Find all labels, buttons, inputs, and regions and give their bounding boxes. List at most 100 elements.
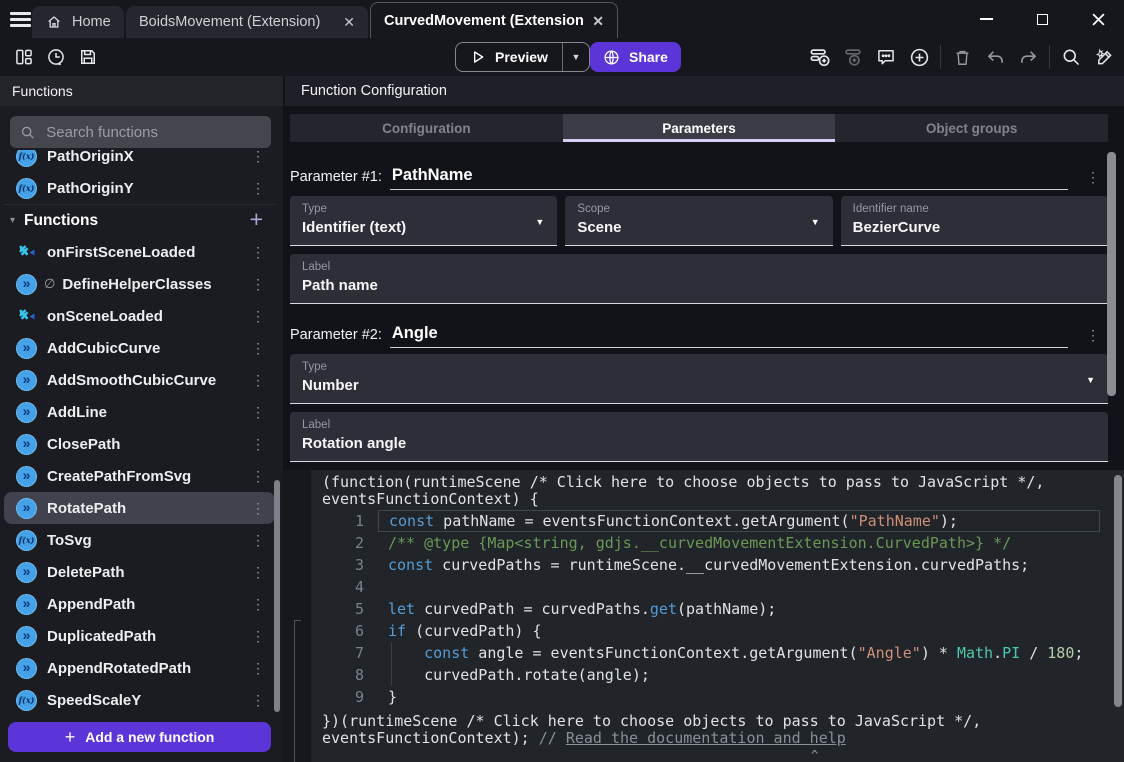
function-menu-icon[interactable]: ⋮: [245, 245, 271, 259]
function-item-onfirstsceneloaded[interactable]: onFirstSceneLoaded⋮: [4, 236, 275, 268]
preview-dropdown-icon[interactable]: ▼: [562, 43, 589, 71]
tab-object-groups[interactable]: Object groups: [835, 114, 1108, 142]
javascript-code-editor: (function(runtimeScene /* Click here to …: [283, 470, 1124, 762]
globe-icon: [603, 49, 620, 66]
code-editor[interactable]: (function(runtimeScene /* Click here to …: [311, 470, 1124, 762]
undo-icon[interactable]: [983, 45, 1007, 69]
sidebar-scrollbar[interactable]: [274, 480, 280, 712]
magic-pen-icon[interactable]: [1092, 45, 1116, 69]
function-menu-icon[interactable]: ⋮: [245, 597, 271, 611]
function-item-pathoriginy[interactable]: f(x)PathOriginY⋮: [4, 172, 275, 204]
label-field[interactable]: Label Rotation angle: [290, 412, 1108, 462]
line-number: 2: [311, 532, 364, 554]
function-menu-icon[interactable]: ⋮: [245, 629, 271, 643]
function-item-addline[interactable]: »AddLine⋮: [4, 396, 275, 428]
function-item-speedscaley[interactable]: f(x)SpeedScaleY⋮: [4, 684, 275, 716]
code-scrollbar[interactable]: [1114, 475, 1122, 707]
add-subevent-icon[interactable]: [841, 45, 865, 69]
field-label: Label: [302, 419, 1096, 431]
type-select[interactable]: Type Number ▼: [290, 354, 1108, 404]
function-menu-icon[interactable]: ⋮: [245, 565, 271, 579]
choose-event-icon[interactable]: [907, 45, 931, 69]
project-manager-icon[interactable]: [12, 45, 36, 69]
code-line-5[interactable]: 5let curvedPath = curvedPaths.get(pathNa…: [311, 598, 1124, 620]
parameter-name-input[interactable]: [390, 324, 1068, 348]
function-item-onsceneloaded[interactable]: onSceneLoaded⋮: [4, 300, 275, 332]
function-item-appendpath[interactable]: »AppendPath⋮: [4, 588, 275, 620]
search-box[interactable]: [10, 116, 271, 148]
code-wrapper-header[interactable]: (function(runtimeScene /* Click here to …: [311, 470, 1124, 507]
function-item-tosvg[interactable]: f(x)ToSvg⋮: [4, 524, 275, 556]
plus-icon: +: [65, 728, 76, 746]
function-menu-icon[interactable]: ⋮: [245, 693, 271, 707]
parameter-menu-icon[interactable]: ⋮: [1086, 327, 1100, 344]
function-item-deletepath[interactable]: »DeletePath⋮: [4, 556, 275, 588]
code-text: curvedPath.rotate(angle);: [378, 664, 1100, 686]
close-tab-icon[interactable]: ✕: [592, 14, 604, 28]
code-line-2[interactable]: 2/** @type {Map<string, gdjs.__curvedMov…: [311, 532, 1124, 554]
close-window-icon[interactable]: [1086, 7, 1110, 31]
function-menu-icon[interactable]: ⋮: [245, 501, 271, 515]
identifier-name-field[interactable]: Identifier name BezierCurve: [841, 196, 1108, 246]
parameters-scrollbar[interactable]: [1107, 152, 1116, 396]
function-menu-icon[interactable]: ⋮: [245, 533, 271, 547]
code-line-8[interactable]: 8 curvedPath.rotate(angle);: [311, 664, 1124, 686]
tab-boidsmovement[interactable]: BoidsMovement (Extension) ✕: [126, 6, 368, 38]
search-icon[interactable]: [1059, 45, 1083, 69]
add-event-icon[interactable]: [808, 45, 832, 69]
function-item-addsmoothcubiccurve[interactable]: »AddSmoothCubicCurve⋮: [4, 364, 275, 396]
function-menu-icon[interactable]: ⋮: [245, 661, 271, 675]
tab-configuration[interactable]: Configuration: [290, 114, 563, 142]
type-select[interactable]: Type Identifier (text) ▼: [290, 196, 557, 246]
collapse-arrow-icon[interactable]: ▾: [10, 215, 15, 226]
save-icon[interactable]: [76, 45, 100, 69]
code-line-4[interactable]: 4: [311, 576, 1124, 598]
function-item-closepath[interactable]: »ClosePath⋮: [4, 428, 275, 460]
code-line-7[interactable]: 7 const angle = eventsFunctionContext.ge…: [311, 642, 1124, 664]
add-function-icon[interactable]: +: [250, 208, 269, 233]
parameter-name-input[interactable]: [390, 166, 1068, 190]
code-wrapper-footer[interactable]: })(runtimeScene /* Click here to choose …: [311, 713, 1124, 746]
function-item-definehelperclasses[interactable]: »∅DefineHelperClasses⋮: [4, 268, 275, 300]
function-menu-icon[interactable]: ⋮: [245, 469, 271, 483]
search-functions-input[interactable]: [44, 123, 261, 142]
function-menu-icon[interactable]: ⋮: [245, 309, 271, 323]
function-menu-icon[interactable]: ⋮: [245, 405, 271, 419]
share-button[interactable]: Share: [590, 42, 681, 72]
function-menu-icon[interactable]: ⋮: [245, 150, 271, 163]
collapse-editor-icon[interactable]: ^: [811, 749, 818, 761]
scope-select[interactable]: Scope Scene ▼: [565, 196, 832, 246]
function-menu-icon[interactable]: ⋮: [245, 373, 271, 387]
documentation-link[interactable]: Read the documentation and help: [566, 729, 846, 747]
function-item-rotatepath[interactable]: »RotatePath⋮: [4, 492, 275, 524]
function-item-duplicatedpath[interactable]: »DuplicatedPath⋮: [4, 620, 275, 652]
parameter-menu-icon[interactable]: ⋮: [1086, 169, 1100, 186]
add-new-function-button[interactable]: + Add a new function: [8, 722, 271, 752]
function-item-pathoriginx[interactable]: f(x)PathOriginX⋮: [4, 150, 275, 172]
function-label: ToSvg: [47, 532, 235, 549]
code-line-9[interactable]: 9}: [311, 686, 1124, 708]
preview-button[interactable]: Preview ▼: [455, 42, 590, 72]
add-comment-icon[interactable]: [874, 45, 898, 69]
code-line-1[interactable]: 1const pathName = eventsFunctionContext.…: [311, 510, 1124, 532]
label-field[interactable]: Label Path name: [290, 254, 1108, 304]
version-history-icon[interactable]: [44, 45, 68, 69]
tab-parameters[interactable]: Parameters: [563, 114, 836, 142]
tab-curvedmovement[interactable]: CurvedMovement (Extension) ✕: [370, 2, 618, 38]
function-item-appendrotatedpath[interactable]: »AppendRotatedPath⋮: [4, 652, 275, 684]
maximize-icon[interactable]: [1030, 7, 1054, 31]
delete-icon[interactable]: [950, 45, 974, 69]
tab-home[interactable]: Home: [32, 6, 124, 38]
code-line-3[interactable]: 3const curvedPaths = runtimeScene.__curv…: [311, 554, 1124, 576]
close-tab-icon[interactable]: ✕: [343, 15, 355, 29]
function-menu-icon[interactable]: ⋮: [245, 181, 271, 195]
main-menu-icon[interactable]: [10, 12, 31, 30]
function-item-addcubiccurve[interactable]: »AddCubicCurve⋮: [4, 332, 275, 364]
redo-icon[interactable]: [1016, 45, 1040, 69]
function-menu-icon[interactable]: ⋮: [245, 341, 271, 355]
code-line-6[interactable]: 6if (curvedPath) {: [311, 620, 1124, 642]
minimize-icon[interactable]: [974, 7, 998, 31]
function-menu-icon[interactable]: ⋮: [245, 437, 271, 451]
function-menu-icon[interactable]: ⋮: [245, 277, 271, 291]
function-item-createpathfromsvg[interactable]: »CreatePathFromSvg⋮: [4, 460, 275, 492]
